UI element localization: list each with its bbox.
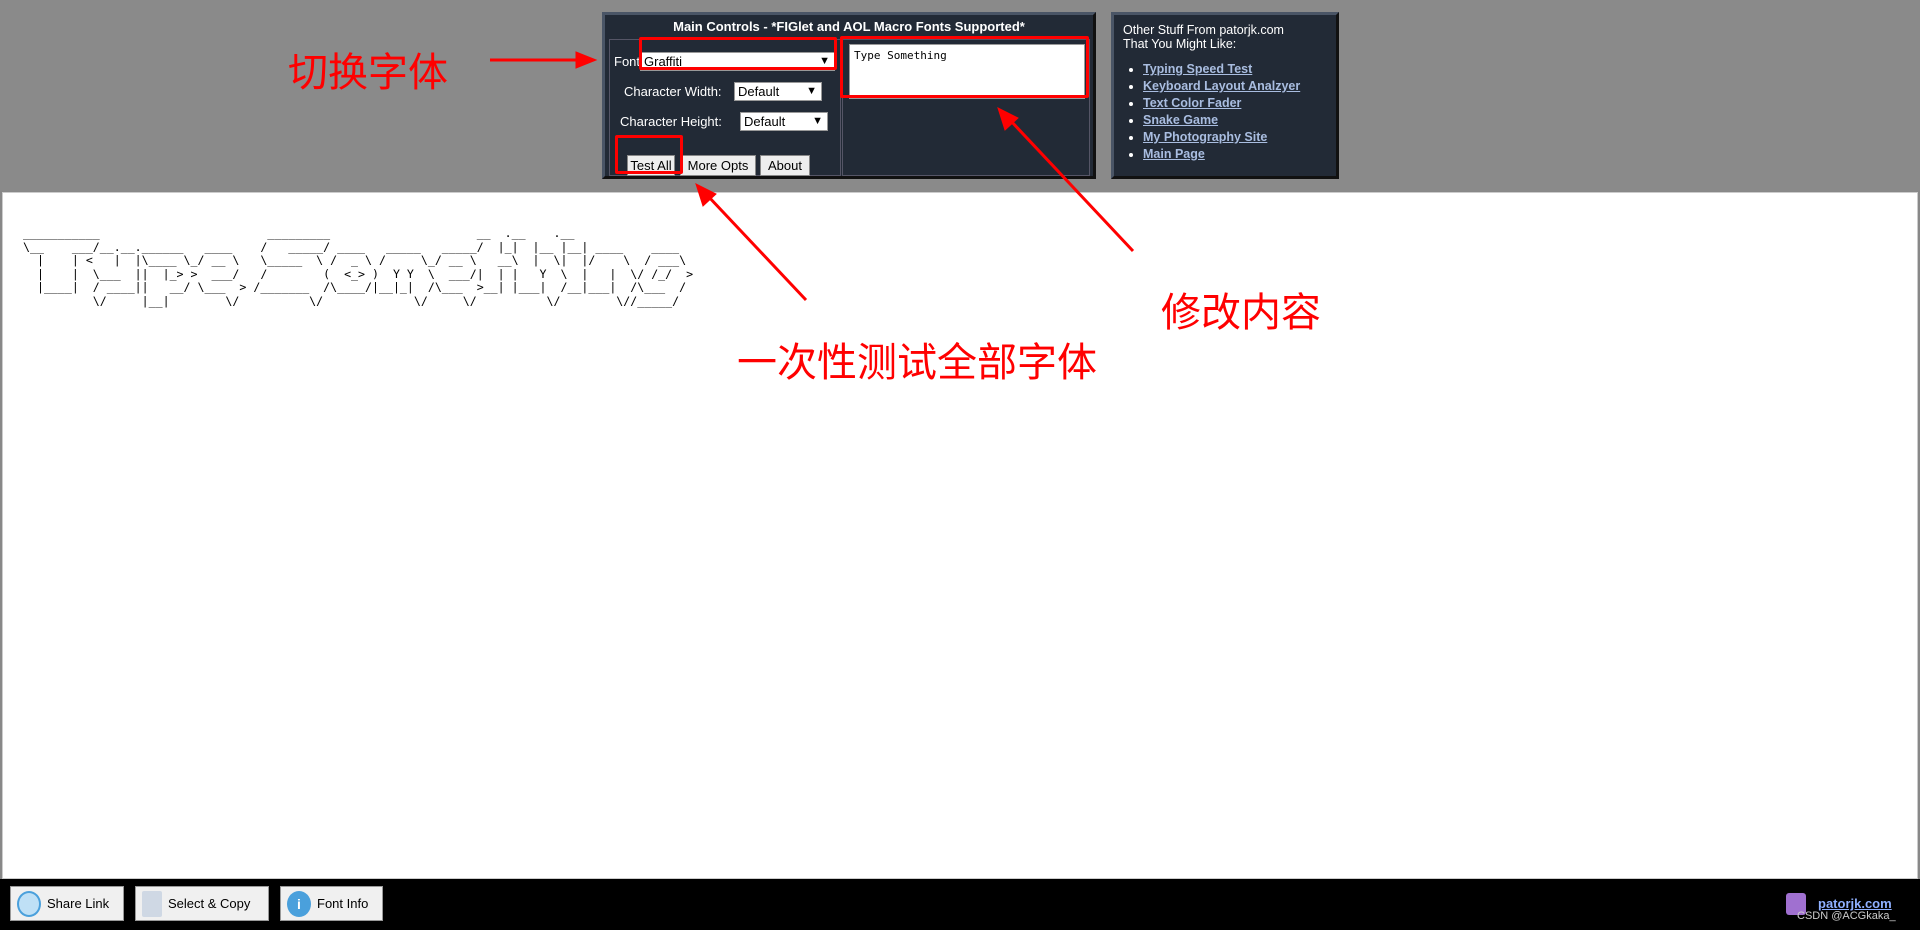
link-photography-site[interactable]: My Photography Site [1143, 130, 1267, 144]
select-copy-button[interactable]: Select & Copy [135, 886, 269, 921]
char-height-value: Default [744, 114, 786, 129]
share-link-button[interactable]: Share Link [10, 886, 124, 921]
about-button[interactable]: About [760, 155, 810, 176]
font-info-label: Font Info [317, 896, 369, 911]
char-width-select[interactable]: Default ▼ [734, 82, 822, 101]
annotation-box-font [639, 37, 837, 70]
watermark: CSDN @ACGkaka_ [1797, 910, 1896, 922]
font-info-button[interactable]: i Font Info [280, 886, 383, 921]
char-width-label: Character Width: [624, 84, 722, 99]
link-snake-game[interactable]: Snake Game [1143, 113, 1218, 127]
link-main-page[interactable]: Main Page [1143, 147, 1205, 161]
info-icon: i [287, 890, 311, 917]
patorjk-link[interactable]: patorjk.com [1818, 896, 1892, 911]
annotation-box-test-all [615, 135, 683, 174]
ascii-art-output: ___________ _________ __ .__ .__ \__ ___… [23, 226, 694, 308]
output-area: ___________ _________ __ .__ .__ \__ ___… [2, 192, 1918, 879]
select-copy-label: Select & Copy [168, 896, 251, 911]
link-typing-speed-test[interactable]: Typing Speed Test [1143, 62, 1252, 76]
char-height-select[interactable]: Default ▼ [740, 112, 828, 131]
char-width-value: Default [738, 84, 780, 99]
annotation-test-all-fonts: 一次性测试全部字体 [737, 340, 1097, 386]
share-link-label: Share Link [47, 896, 110, 911]
other-stuff-heading: Other Stuff From patorjk.com [1123, 23, 1284, 37]
annotation-box-input [840, 36, 1089, 98]
chevron-down-icon: ▼ [812, 115, 823, 127]
other-stuff-panel: Other Stuff From patorjk.com That You Mi… [1111, 12, 1339, 179]
annotation-edit-content: 修改内容 [1161, 290, 1321, 336]
annotation-switch-font: 切换字体 [288, 50, 448, 96]
other-stuff-heading-2: That You Might Like: [1123, 37, 1237, 51]
more-opts-button[interactable]: More Opts [680, 155, 756, 176]
panel-title: Main Controls - *FIGlet and AOL Macro Fo… [673, 19, 1025, 34]
link-keyboard-layout-analyzer[interactable]: Keyboard Layout Analzyer [1143, 79, 1300, 93]
link-text-color-fader[interactable]: Text Color Fader [1143, 96, 1241, 110]
chevron-down-icon: ▼ [806, 85, 817, 97]
document-icon [142, 890, 162, 917]
footer-toolbar: Share Link Select & Copy i Font Info pato… [0, 879, 1920, 930]
speech-bubble-icon [17, 890, 41, 917]
char-height-label: Character Height: [620, 114, 722, 129]
